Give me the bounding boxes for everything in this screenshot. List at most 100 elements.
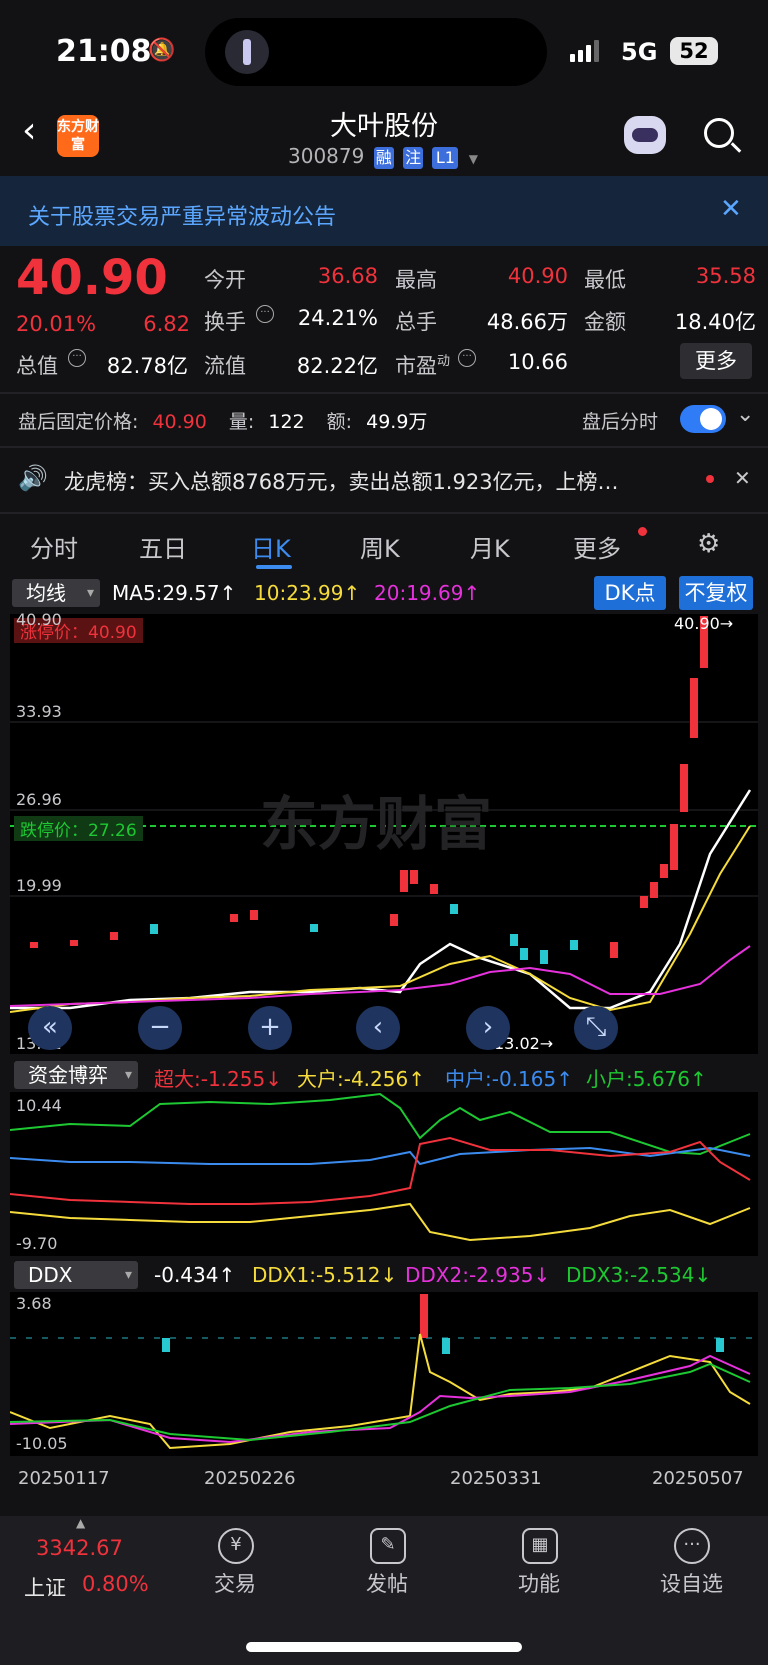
more-dots-icon[interactable]: ··· bbox=[674, 1528, 710, 1564]
candle bbox=[30, 942, 38, 948]
candle bbox=[540, 950, 548, 964]
candle bbox=[570, 940, 578, 950]
y-label: 19.99 bbox=[16, 876, 62, 895]
flashlight-icon[interactable] bbox=[225, 30, 269, 74]
tab-timeshare[interactable]: 分时 bbox=[30, 529, 78, 564]
date-label: 20250226 bbox=[204, 1468, 296, 1489]
divider bbox=[0, 392, 768, 394]
y-label-min: -9.70 bbox=[16, 1234, 58, 1253]
stock-code-row[interactable]: 300879 融 注 L1 ▼ bbox=[288, 144, 478, 169]
fullscreen-icon[interactable]: ⤡ bbox=[574, 1006, 618, 1050]
ma-indicator-select[interactable]: 均线 bbox=[12, 579, 100, 607]
candle bbox=[660, 864, 668, 878]
candle bbox=[690, 678, 698, 738]
expand-up-icon[interactable]: ▲ bbox=[76, 1516, 85, 1530]
trade-icon[interactable]: ¥ bbox=[218, 1528, 254, 1564]
no-adjust-button[interactable]: 不复权 bbox=[679, 576, 753, 610]
candle bbox=[510, 934, 518, 946]
amount-label: 金额 bbox=[584, 310, 626, 334]
ddx-chart[interactable]: 3.68 -10.05 bbox=[10, 1292, 758, 1456]
mcap-label: 总值 bbox=[16, 354, 58, 378]
close-icon[interactable]: ✕ bbox=[720, 194, 742, 224]
small-value: 小户:5.676↑ bbox=[586, 1067, 707, 1091]
ddx3-value: DDX3:-2.534↓ bbox=[566, 1263, 712, 1287]
float-label: 流值 bbox=[204, 354, 246, 378]
candle bbox=[150, 924, 158, 934]
candle bbox=[610, 942, 618, 958]
zoom-in-icon[interactable]: + bbox=[248, 1006, 292, 1050]
volume-label: 总手 bbox=[395, 310, 437, 334]
badge-dot bbox=[638, 527, 647, 536]
index-change[interactable]: 0.80% bbox=[82, 1572, 149, 1596]
high-value: 40.90 bbox=[507, 264, 568, 288]
fund-indicator-select[interactable]: 资金博弈 bbox=[14, 1061, 138, 1089]
post-icon[interactable]: ✎ bbox=[370, 1528, 406, 1564]
scroll-right-icon[interactable]: › bbox=[466, 1006, 510, 1050]
function-grid-icon[interactable]: ▦ bbox=[522, 1528, 558, 1564]
ddx1-line bbox=[10, 1333, 751, 1450]
candle bbox=[450, 904, 458, 914]
index-name[interactable]: 上证 bbox=[24, 1572, 66, 1602]
info-icon[interactable]: ··· bbox=[458, 349, 476, 367]
nav-add-watchlist[interactable]: 设自选 bbox=[660, 1568, 723, 1598]
watermark: 东方财富 bbox=[260, 790, 492, 858]
tab-five-day[interactable]: 五日 bbox=[139, 529, 187, 564]
fund-chart[interactable]: 10.44 -9.70 bbox=[10, 1092, 758, 1256]
y-label: 33.93 bbox=[16, 702, 62, 721]
candle bbox=[310, 924, 318, 932]
toggle-knob bbox=[700, 408, 722, 430]
float-value: 82.22亿 bbox=[296, 354, 378, 378]
registration-tag: 注 bbox=[403, 147, 424, 169]
index-value[interactable]: 3342.67 bbox=[36, 1536, 123, 1560]
low-label: 最低 bbox=[584, 268, 626, 292]
dragon-tiger-text[interactable]: 龙虎榜：买入总额8768万元，卖出总额1.923亿元，上榜… bbox=[64, 466, 684, 496]
notice-text[interactable]: 关于股票交易严重异常波动公告 bbox=[28, 199, 336, 231]
tab-more[interactable]: 更多 bbox=[573, 529, 621, 564]
turnover-value: 24.21% bbox=[297, 306, 378, 330]
open-value: 36.68 bbox=[317, 264, 378, 288]
network-type: 5G bbox=[621, 38, 658, 66]
candle bbox=[390, 914, 398, 926]
change-value: 6.82 bbox=[143, 312, 190, 336]
ddx-indicator-select[interactable]: DDX bbox=[14, 1261, 138, 1289]
dk-point-button[interactable]: DK点 bbox=[594, 576, 666, 610]
candle bbox=[430, 884, 438, 894]
scroll-left-fast-icon[interactable]: « bbox=[28, 1006, 72, 1050]
tab-daily-k[interactable]: 日K bbox=[251, 529, 291, 564]
ma10-value: 10:23.99↑ bbox=[254, 581, 361, 605]
info-icon[interactable]: ··· bbox=[256, 305, 274, 323]
ma20-value: 20:19.69↑ bbox=[374, 581, 481, 605]
info-icon[interactable]: ··· bbox=[68, 349, 86, 367]
after-hours-row: 盘后固定价格: 40.90 量: 122 额: 49.9万 bbox=[18, 411, 428, 433]
turnover-label: 换手 bbox=[204, 310, 246, 334]
tab-monthly-k[interactable]: 月K bbox=[470, 529, 510, 564]
chevron-down-icon[interactable]: ⌄ bbox=[736, 402, 754, 427]
chevron-down-icon: ▼ bbox=[468, 152, 479, 166]
tab-weekly-k[interactable]: 周K bbox=[360, 529, 400, 564]
max-marker: 40.90→ bbox=[674, 614, 734, 633]
more-button[interactable]: 更多 bbox=[680, 343, 752, 379]
search-icon[interactable] bbox=[704, 118, 734, 148]
nav-trade[interactable]: 交易 bbox=[214, 1568, 256, 1598]
stock-code: 300879 bbox=[288, 144, 365, 168]
kline-chart[interactable]: 东方财富 涨停价：40.90 跌停价：27.26 40.90 33.93 26.… bbox=[10, 610, 758, 1054]
home-indicator bbox=[246, 1642, 522, 1652]
y-label-max: 40.90 bbox=[16, 610, 62, 629]
nav-function[interactable]: 功能 bbox=[518, 1568, 560, 1598]
last-price: 40.90 bbox=[16, 250, 168, 306]
tab-underline bbox=[256, 565, 292, 569]
robot-assistant-icon[interactable] bbox=[624, 116, 666, 154]
limit-down-label: 跌停价：27.26 bbox=[14, 816, 143, 841]
close-icon[interactable]: ✕ bbox=[734, 466, 751, 490]
settings-gear-icon[interactable]: ⚙ bbox=[697, 529, 720, 559]
scroll-left-icon[interactable]: ‹ bbox=[356, 1006, 400, 1050]
y-label-min: -10.05 bbox=[16, 1434, 68, 1453]
zoom-out-icon[interactable]: − bbox=[138, 1006, 182, 1050]
nav-post[interactable]: 发帖 bbox=[366, 1568, 408, 1598]
large-value: 大户:-4.256↑ bbox=[297, 1067, 425, 1091]
date-label: 20250117 bbox=[18, 1468, 110, 1489]
volume-value: 48.66万 bbox=[486, 310, 568, 334]
ddx-bar-spike bbox=[420, 1294, 428, 1338]
super-large-value: 超大:-1.255↓ bbox=[154, 1067, 282, 1091]
ddx2-value: DDX2:-2.935↓ bbox=[405, 1263, 551, 1287]
